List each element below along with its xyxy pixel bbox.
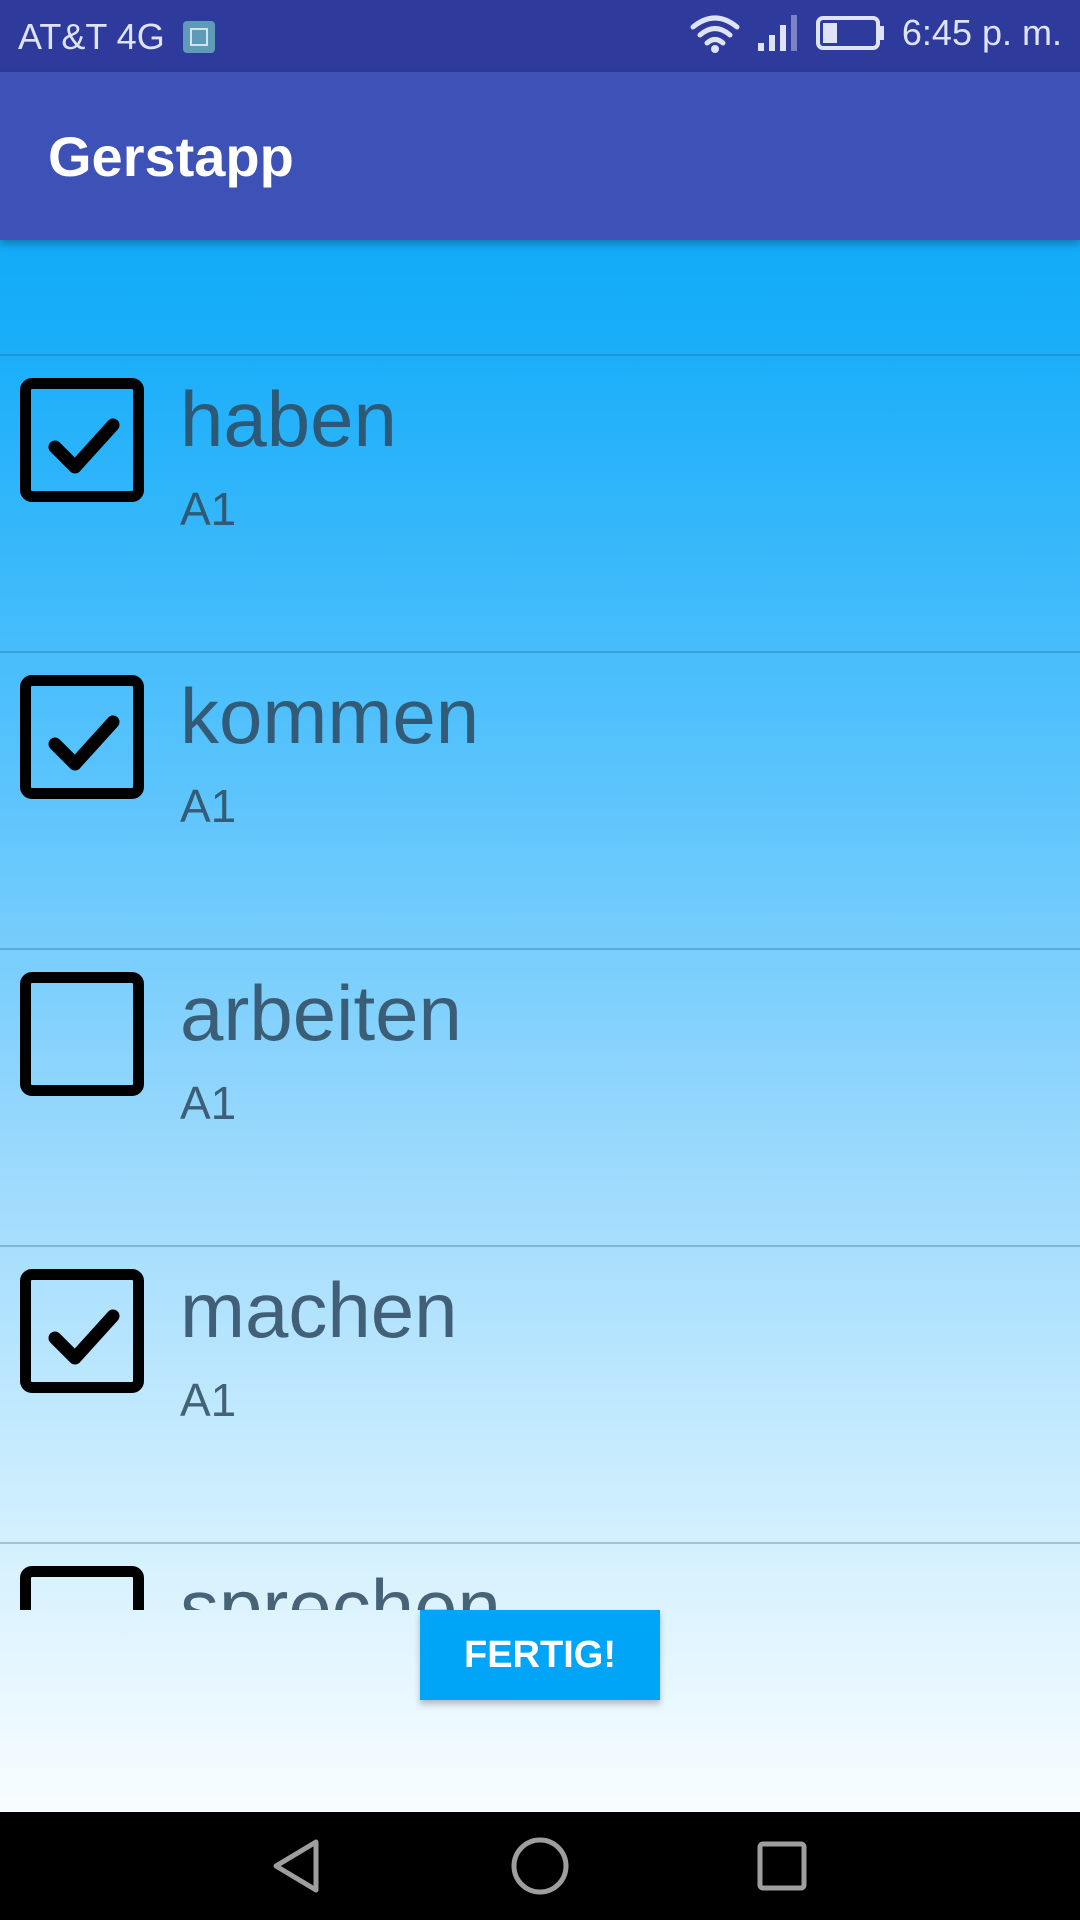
- level-label: A1: [180, 780, 237, 832]
- list-item[interactable]: kommen A1: [0, 651, 1080, 948]
- checkbox-checked[interactable]: [20, 378, 144, 502]
- app-bar: Gerstapp: [0, 72, 1080, 240]
- status-left: AT&T 4G: [18, 16, 215, 58]
- screen: AT&T 4G 6:45 p. m. Gerstapp haben A1 kom…: [0, 0, 1080, 1920]
- level-label: A1: [180, 1077, 237, 1129]
- check-icon: [48, 1309, 120, 1365]
- check-icon: [48, 715, 120, 771]
- list-item[interactable]: arbeiten A1: [0, 948, 1080, 1245]
- verb-label: sprechen: [180, 1563, 501, 1610]
- clock: 6:45 p. m.: [901, 12, 1062, 53]
- back-icon[interactable]: [266, 1834, 330, 1898]
- checkbox-unchecked[interactable]: [20, 1566, 144, 1610]
- navigation-bar: [0, 1812, 1080, 1920]
- checkbox-checked[interactable]: [20, 675, 144, 799]
- status-bar: AT&T 4G 6:45 p. m.: [0, 0, 1080, 72]
- home-icon[interactable]: [508, 1834, 572, 1898]
- wifi-icon: [690, 15, 740, 53]
- image-notification-icon: [182, 21, 215, 53]
- verb-label: haben: [180, 375, 397, 463]
- done-button[interactable]: FERTIG!: [420, 1610, 660, 1700]
- verb-label: kommen: [180, 672, 480, 760]
- level-label: A1: [180, 483, 237, 535]
- carrier-label: AT&T 4G: [18, 16, 165, 57]
- signal-icon: [757, 15, 797, 51]
- verb-label: arbeiten: [180, 969, 462, 1057]
- checkbox-checked[interactable]: [20, 1269, 144, 1393]
- list-item[interactable]: sprechen: [0, 1542, 1080, 1610]
- check-icon: [48, 418, 120, 474]
- list-item[interactable]: machen A1: [0, 1245, 1080, 1542]
- checkbox-unchecked[interactable]: [20, 972, 144, 1096]
- app-title: Gerstapp: [48, 125, 294, 188]
- verb-list[interactable]: haben A1 kommen A1 arbeiten A1 machen A1…: [0, 354, 1080, 1610]
- battery-icon: [815, 16, 884, 50]
- level-label: A1: [180, 1374, 237, 1426]
- verb-label: machen: [180, 1266, 458, 1354]
- status-right: 6:45 p. m.: [690, 12, 1062, 54]
- list-item[interactable]: haben A1: [0, 354, 1080, 651]
- recents-icon[interactable]: [750, 1834, 814, 1898]
